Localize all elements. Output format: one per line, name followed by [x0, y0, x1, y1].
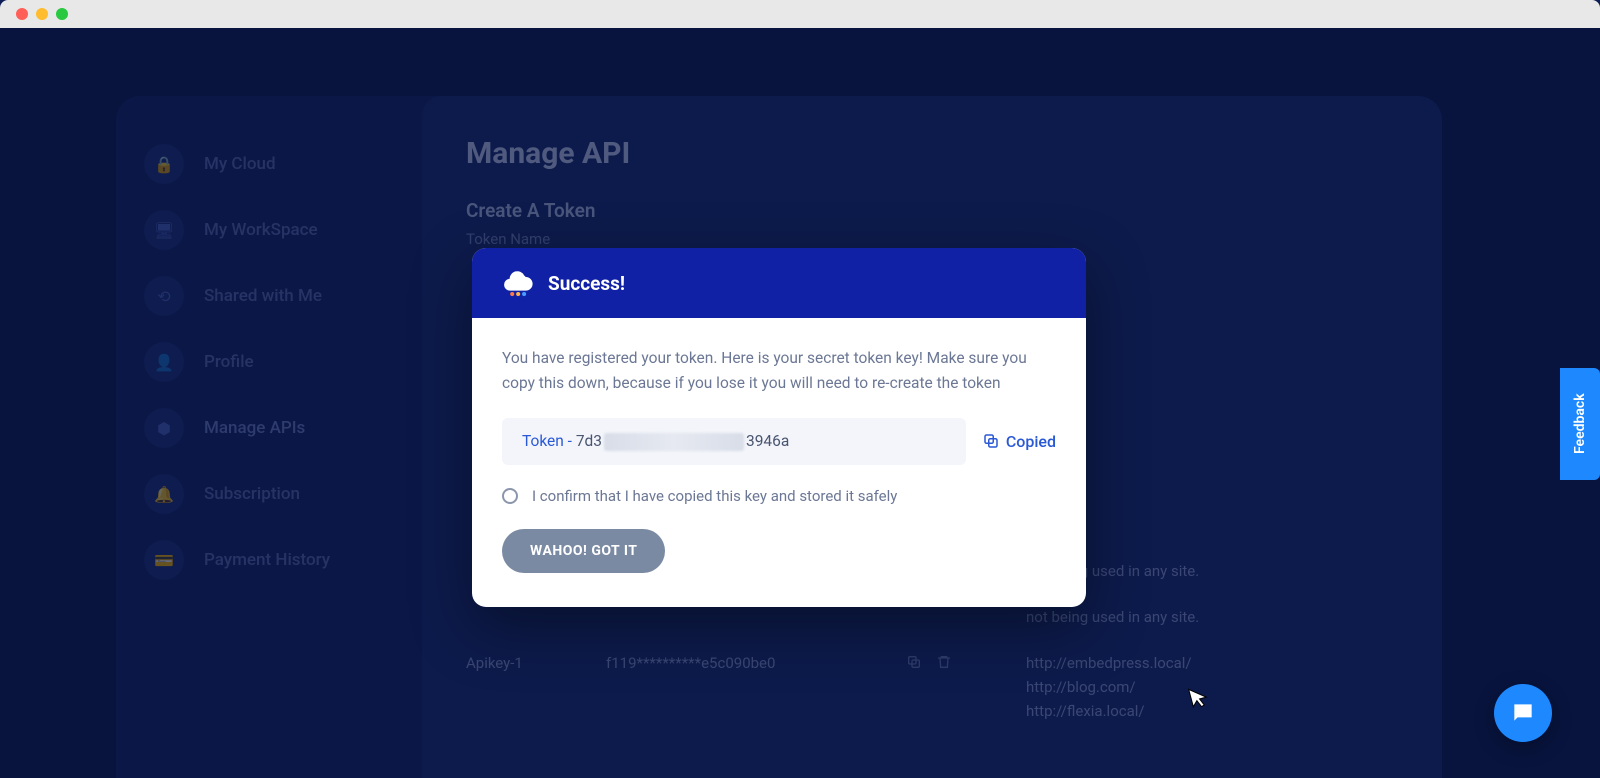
minimize-window-icon[interactable]	[36, 8, 48, 20]
dialog-body: You have registered your token. Here is …	[472, 318, 1086, 607]
confirm-row[interactable]: I confirm that I have copied this key an…	[502, 487, 1056, 505]
dialog-title: Success!	[548, 272, 625, 295]
cloud-logo-icon	[502, 266, 536, 300]
token-field-label: Token -	[522, 432, 572, 450]
token-part-prefix: 7d3	[576, 432, 602, 450]
feedback-tab[interactable]: Feedback	[1560, 368, 1600, 480]
success-dialog: Success! You have registered your token.…	[472, 248, 1086, 607]
token-display: Token - 7d3 3946a	[502, 418, 966, 465]
token-display-row: Token - 7d3 3946a Copied	[502, 418, 1056, 465]
token-redacted	[604, 433, 744, 451]
maximize-window-icon[interactable]	[56, 8, 68, 20]
chat-button[interactable]	[1494, 684, 1552, 742]
app-viewport: 🔒 My Cloud 🖥 My WorkSpace ⟲ Shared with …	[0, 28, 1600, 778]
close-window-icon[interactable]	[16, 8, 28, 20]
chat-icon	[1510, 700, 1536, 726]
dialog-message: You have registered your token. Here is …	[502, 346, 1056, 396]
copied-label: Copied	[1006, 432, 1056, 451]
dialog-header: Success!	[472, 248, 1086, 318]
copied-button[interactable]: Copied	[982, 432, 1056, 451]
window-titlebar	[0, 0, 1600, 28]
confirm-radio[interactable]	[502, 488, 518, 504]
confirm-label: I confirm that I have copied this key an…	[532, 487, 897, 505]
copy-icon	[982, 432, 1000, 450]
token-part-suffix: 3946a	[746, 432, 789, 450]
got-it-button[interactable]: WAHOO! GOT IT	[502, 529, 665, 573]
